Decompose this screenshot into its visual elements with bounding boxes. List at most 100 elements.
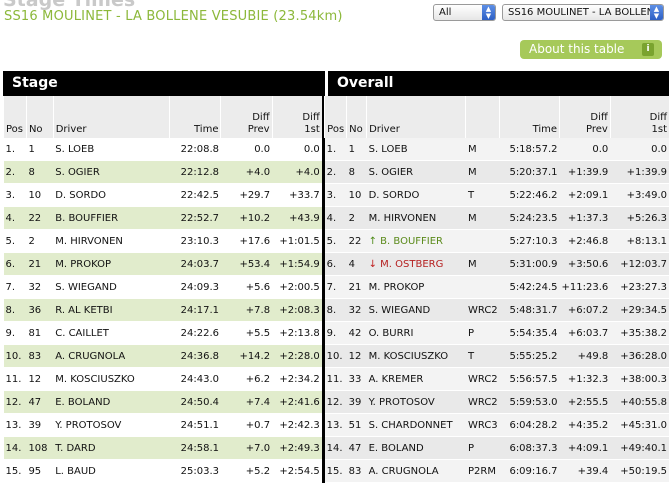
about-table-button[interactable]: About this table i [520, 40, 662, 59]
stage-car-number: 2 [26, 230, 53, 253]
stage-driver[interactable]: M. KOSCIUSZKO [53, 368, 169, 391]
stage-driver[interactable]: E. BOLAND [53, 391, 169, 414]
stage-driver[interactable]: B. BOUFFIER [53, 207, 169, 230]
overall-diff-prev: +39.4 [560, 460, 611, 483]
overall-driver[interactable]: ↑ B. BOUFFIER [367, 230, 466, 253]
col-diff-1st[interactable]: Diff1st [272, 96, 322, 138]
overall-diff-1st: +3:49.0 [610, 184, 669, 207]
info-icon: i [642, 43, 654, 56]
col-pos[interactable]: Pos [4, 96, 27, 138]
col-overall-no[interactable]: No [347, 96, 367, 138]
overall-class: WRC3 [466, 414, 500, 437]
overall-driver[interactable]: S. OGIER [367, 161, 466, 184]
stage-driver[interactable]: R. AL KETBI [53, 299, 169, 322]
overall-pos: 3. [325, 184, 347, 207]
overall-driver[interactable]: S. LOEB [367, 138, 466, 161]
col-no[interactable]: No [26, 96, 53, 138]
col-overall-time[interactable]: Time [500, 96, 560, 138]
overall-driver[interactable]: A. CRUGNOLA [367, 460, 466, 483]
overall-class: M [466, 138, 500, 161]
overall-driver[interactable]: D. SORDO [367, 184, 466, 207]
stage-driver[interactable]: T. DARD [53, 437, 169, 460]
stage-diff-1st: +2:41.6 [272, 391, 322, 414]
results-table: Pos No Driver Time DiffPrev Diff1st Pos … [3, 96, 669, 483]
stage-car-number: 39 [26, 414, 53, 437]
stage-select[interactable]: SS16 MOULINET - LA BOLLENE VESUBIE ▲▼ [502, 4, 664, 21]
stage-driver[interactable]: M. PROKOP [53, 253, 169, 276]
overall-driver[interactable]: M. PROKOP [367, 276, 466, 299]
overall-diff-1st: +12:03.7 [610, 253, 669, 276]
stage-pos: 10. [4, 345, 27, 368]
overall-driver-name: O. BURRI [369, 328, 414, 339]
overall-diff-prev: +2:55.5 [560, 391, 611, 414]
stage-driver[interactable]: C. CAILLET [53, 322, 169, 345]
overall-driver[interactable]: A. KREMER [367, 368, 466, 391]
table-row: 15.95L. BAUD25:03.3+5.2+2:54.515.83A. CR… [4, 460, 669, 483]
stage-diff-1st: +2:34.2 [272, 368, 322, 391]
overall-class: T [466, 345, 500, 368]
overall-car-number: 12 [347, 345, 367, 368]
stage-diff-prev: +6.2 [221, 368, 272, 391]
col-diff-prev[interactable]: DiffPrev [221, 96, 272, 138]
stage-driver[interactable]: S. WIEGAND [53, 276, 169, 299]
overall-driver[interactable]: M. KOSCIUSZKO [367, 345, 466, 368]
stage-pos: 14. [4, 437, 27, 460]
stage-driver[interactable]: D. SORDO [53, 184, 169, 207]
overall-class: M [466, 207, 500, 230]
arrow-down-icon: ↓ [369, 259, 377, 270]
overall-diff-1st: +40:55.8 [610, 391, 669, 414]
overall-driver[interactable]: O. BURRI [367, 322, 466, 345]
table-row: 14.108T. DARD24:58.1+7.0+2:49.314.47E. B… [4, 437, 669, 460]
overall-car-number: 10 [347, 184, 367, 207]
col-driver[interactable]: Driver [53, 96, 169, 138]
overall-time: 6:04:28.2 [500, 414, 560, 437]
overall-driver-name: S. CHARDONNET [369, 420, 453, 431]
overall-car-number: 2 [347, 207, 367, 230]
table-header-row: Pos No Driver Time DiffPrev Diff1st Pos … [4, 96, 669, 138]
stage-diff-1st: +43.9 [272, 207, 322, 230]
stage-car-number: 21 [26, 253, 53, 276]
stage-diff-prev: +5.6 [221, 276, 272, 299]
overall-driver[interactable]: E. BOLAND [367, 437, 466, 460]
stage-car-number: 32 [26, 276, 53, 299]
stage-time: 24:03.7 [169, 253, 221, 276]
overall-driver[interactable]: Y. PROTOSOV [367, 391, 466, 414]
stage-driver[interactable]: L. BAUD [53, 460, 169, 483]
stage-diff-prev: +17.6 [221, 230, 272, 253]
overall-diff-prev: +4:35.2 [560, 414, 611, 437]
stage-driver[interactable]: S. LOEB [53, 138, 169, 161]
overall-driver[interactable]: S. WIEGAND [367, 299, 466, 322]
stage-driver[interactable]: Y. PROTOSOV [53, 414, 169, 437]
stage-pos: 5. [4, 230, 27, 253]
col-overall-pos[interactable]: Pos [325, 96, 347, 138]
overall-diff-prev: +4:09.1 [560, 437, 611, 460]
filter-select[interactable]: All ▲▼ [433, 4, 496, 21]
stage-driver[interactable]: A. CRUGNOLA [53, 345, 169, 368]
overall-diff-prev: +1:32.3 [560, 368, 611, 391]
stage-time: 24:09.3 [169, 276, 221, 299]
overall-driver[interactable]: ↓ M. OSTBERG [367, 253, 466, 276]
overall-diff-prev: +2:46.8 [560, 230, 611, 253]
stage-driver[interactable]: M. HIRVONEN [53, 230, 169, 253]
stage-car-number: 83 [26, 345, 53, 368]
col-overall-diff-prev[interactable]: DiffPrev [560, 96, 611, 138]
stage-diff-prev: +0.7 [221, 414, 272, 437]
col-overall-diff-1st[interactable]: Diff1st [610, 96, 669, 138]
overall-driver[interactable]: S. CHARDONNET [367, 414, 466, 437]
overall-class: M [466, 253, 500, 276]
col-time[interactable]: Time [169, 96, 221, 138]
stage-diff-prev: 0.0 [221, 138, 272, 161]
overall-driver[interactable]: M. HIRVONEN [367, 207, 466, 230]
overall-diff-1st: 0.0 [610, 138, 669, 161]
table-row: 4.22B. BOUFFIER22:52.7+10.2+43.94.2M. HI… [4, 207, 669, 230]
overall-car-number: 21 [347, 276, 367, 299]
stage-car-number: 8 [26, 161, 53, 184]
col-overall-driver[interactable]: Driver [367, 96, 466, 138]
stage-car-number: 81 [26, 322, 53, 345]
stage-time: 22:42.5 [169, 184, 221, 207]
overall-pos: 10. [325, 345, 347, 368]
overall-pos: 5. [325, 230, 347, 253]
overall-driver-name: M. HIRVONEN [369, 213, 437, 224]
stage-pos: 4. [4, 207, 27, 230]
stage-driver[interactable]: S. OGIER [53, 161, 169, 184]
